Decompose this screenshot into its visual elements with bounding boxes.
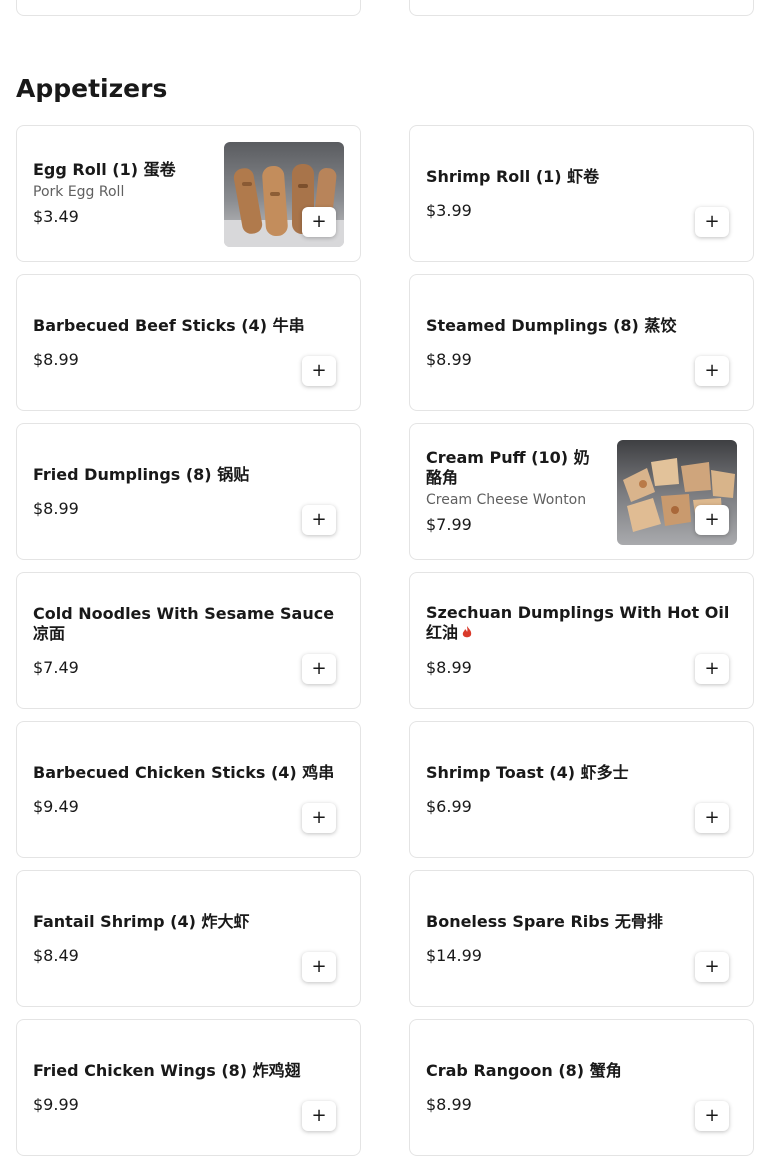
item-price: $14.99 xyxy=(426,945,482,965)
item-price: $3.49 xyxy=(33,207,79,226)
menu-item-card[interactable]: Shrimp Toast (4) 虾多士 $6.99 + xyxy=(409,721,754,858)
add-item-button[interactable]: + xyxy=(302,207,336,237)
item-price: $8.99 xyxy=(33,498,79,518)
add-item-button[interactable]: + xyxy=(695,952,729,982)
item-info: Egg Roll (1) 蛋卷 Pork Egg Roll $3.49 xyxy=(33,126,205,261)
item-info: Fried Chicken Wings (8) 炸鸡翅 $9.99 xyxy=(33,1020,346,1155)
add-item-button[interactable]: + xyxy=(302,1101,336,1131)
item-info: Szechuan Dumplings With Hot Oil 红油 $8.99 xyxy=(426,573,739,708)
item-info: Shrimp Roll (1) 虾卷 $3.99 xyxy=(426,126,739,261)
item-info: Shrimp Toast (4) 虾多士 $6.99 xyxy=(426,722,739,857)
item-description: Pork Egg Roll xyxy=(33,184,125,200)
item-price: $8.99 xyxy=(33,349,79,369)
item-info: Barbecued Chicken Sticks (4) 鸡串 $9.49 xyxy=(33,722,346,857)
item-price: $9.49 xyxy=(33,796,79,816)
item-info: Steamed Dumplings (8) 蒸饺 $8.99 xyxy=(426,275,739,410)
item-price: $8.99 xyxy=(426,1094,472,1114)
item-name: Fried Chicken Wings (8) 炸鸡翅 xyxy=(33,1060,301,1080)
menu-item-card[interactable]: Steamed Dumplings (8) 蒸饺 $8.99 + xyxy=(409,274,754,411)
item-name: Crab Rangoon (8) 蟹角 xyxy=(426,1060,622,1080)
item-name: Shrimp Roll (1) 虾卷 xyxy=(426,166,600,186)
menu-item-card[interactable]: Szechuan Dumplings With Hot Oil 红油 $8.99… xyxy=(409,572,754,709)
item-name: Barbecued Chicken Sticks (4) 鸡串 xyxy=(33,762,335,782)
item-price: $9.99 xyxy=(33,1094,79,1114)
menu-item-card[interactable]: Barbecued Beef Sticks (4) 牛串 $8.99 + xyxy=(16,274,361,411)
menu-item-card[interactable]: Cold Noodles With Sesame Sauce 凉面 $7.49 … xyxy=(16,572,361,709)
add-item-button[interactable]: + xyxy=(695,356,729,386)
section-title: Appetizers xyxy=(16,74,168,103)
item-name: Boneless Spare Ribs 无骨排 xyxy=(426,911,663,931)
item-price: $6.99 xyxy=(426,796,472,816)
menu-item-card[interactable]: Fried Dumplings (8) 锅贴 $8.99 + xyxy=(16,423,361,560)
menu-item-card[interactable]: Crab Rangoon (8) 蟹角 $8.99 + xyxy=(409,1019,754,1156)
menu-item-card[interactable]: Barbecued Chicken Sticks (4) 鸡串 $9.49 + xyxy=(16,721,361,858)
add-item-button[interactable]: + xyxy=(302,803,336,833)
item-info: Crab Rangoon (8) 蟹角 $8.99 xyxy=(426,1020,739,1155)
menu-item-card[interactable]: Fried Chicken Wings (8) 炸鸡翅 $9.99 + xyxy=(16,1019,361,1156)
item-name: Fried Dumplings (8) 锅贴 xyxy=(33,464,250,484)
item-price: $8.99 xyxy=(426,349,472,369)
item-name: Cold Noodles With Sesame Sauce 凉面 xyxy=(33,603,335,643)
add-item-button[interactable]: + xyxy=(695,505,729,535)
menu-item-card[interactable]: Cream Puff (10) 奶酪角 Cream Cheese Wonton … xyxy=(409,423,754,560)
menu-item-card[interactable]: Egg Roll (1) 蛋卷 Pork Egg Roll $3.49 + xyxy=(16,125,361,262)
item-name: Fantail Shrimp (4) 炸大虾 xyxy=(33,911,250,931)
item-price: $8.49 xyxy=(33,945,79,965)
item-info: Cream Puff (10) 奶酪角 Cream Cheese Wonton … xyxy=(426,424,598,559)
item-name: Shrimp Toast (4) 虾多士 xyxy=(426,762,629,782)
menu-item-card[interactable]: Fantail Shrimp (4) 炸大虾 $8.49 + xyxy=(16,870,361,1007)
item-price: $7.99 xyxy=(426,515,472,534)
add-item-button[interactable]: + xyxy=(695,803,729,833)
item-price: $8.99 xyxy=(426,658,472,677)
chili-pepper-icon xyxy=(461,624,473,644)
add-item-button[interactable]: + xyxy=(302,356,336,386)
add-item-button[interactable]: + xyxy=(695,654,729,684)
previous-section-card[interactable] xyxy=(16,0,361,16)
item-name: Barbecued Beef Sticks (4) 牛串 xyxy=(33,315,305,335)
item-price: $7.49 xyxy=(33,657,79,677)
add-item-button[interactable]: + xyxy=(695,1101,729,1131)
item-info: Cold Noodles With Sesame Sauce 凉面 $7.49 xyxy=(33,573,346,708)
item-price: $3.99 xyxy=(426,200,472,220)
menu-item-card[interactable]: Boneless Spare Ribs 无骨排 $14.99 + xyxy=(409,870,754,1007)
item-info: Fried Dumplings (8) 锅贴 $8.99 xyxy=(33,424,346,559)
menu-item-card[interactable]: Shrimp Roll (1) 虾卷 $3.99 + xyxy=(409,125,754,262)
add-item-button[interactable]: + xyxy=(302,952,336,982)
item-info: Barbecued Beef Sticks (4) 牛串 $8.99 xyxy=(33,275,346,410)
item-description: Cream Cheese Wonton xyxy=(426,492,587,508)
item-name: Egg Roll (1) 蛋卷 xyxy=(33,160,176,179)
item-name-row: Szechuan Dumplings With Hot Oil 红油 xyxy=(426,603,739,644)
item-name: Steamed Dumplings (8) 蒸饺 xyxy=(426,315,677,335)
item-info: Fantail Shrimp (4) 炸大虾 $8.49 xyxy=(33,871,346,1006)
previous-section-card[interactable] xyxy=(409,0,754,16)
add-item-button[interactable]: + xyxy=(302,654,336,684)
add-item-button[interactable]: + xyxy=(695,207,729,237)
add-item-button[interactable]: + xyxy=(302,505,336,535)
item-name: Cream Puff (10) 奶酪角 xyxy=(426,448,590,487)
item-info: Boneless Spare Ribs 无骨排 $14.99 xyxy=(426,871,739,1006)
